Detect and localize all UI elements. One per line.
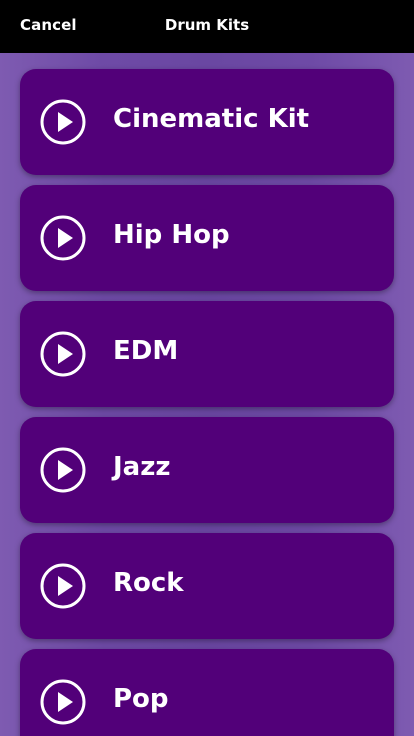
- play-icon[interactable]: [40, 563, 86, 609]
- drum-kit-card-edm[interactable]: EDM: [20, 301, 394, 407]
- play-icon[interactable]: [40, 215, 86, 261]
- play-icon[interactable]: [40, 679, 86, 725]
- drum-kit-card-cinematic-kit[interactable]: Cinematic Kit: [20, 69, 394, 175]
- app: Cancel Drum Kits Cinematic Kit Hip Hop E…: [0, 0, 414, 736]
- drum-kit-label: Rock: [113, 568, 184, 598]
- top-bar: Cancel Drum Kits: [0, 0, 414, 53]
- drum-kit-card-hip-hop[interactable]: Hip Hop: [20, 185, 394, 291]
- play-icon[interactable]: [40, 447, 86, 493]
- drum-kit-label: Hip Hop: [113, 220, 230, 250]
- drum-kit-label: Pop: [113, 684, 169, 714]
- drum-kit-card-jazz[interactable]: Jazz: [20, 417, 394, 523]
- page-title: Drum Kits: [164, 16, 250, 34]
- drum-kit-list[interactable]: Cinematic Kit Hip Hop EDM Jazz Rock Pop: [0, 53, 414, 736]
- drum-kit-card-rock[interactable]: Rock: [20, 533, 394, 639]
- play-icon[interactable]: [40, 331, 86, 377]
- play-icon[interactable]: [40, 99, 86, 145]
- drum-kit-label: Cinematic Kit: [113, 104, 310, 134]
- drum-kit-label: EDM: [113, 336, 179, 366]
- drum-kit-label: Jazz: [113, 452, 171, 482]
- drum-kit-card-pop[interactable]: Pop: [20, 649, 394, 736]
